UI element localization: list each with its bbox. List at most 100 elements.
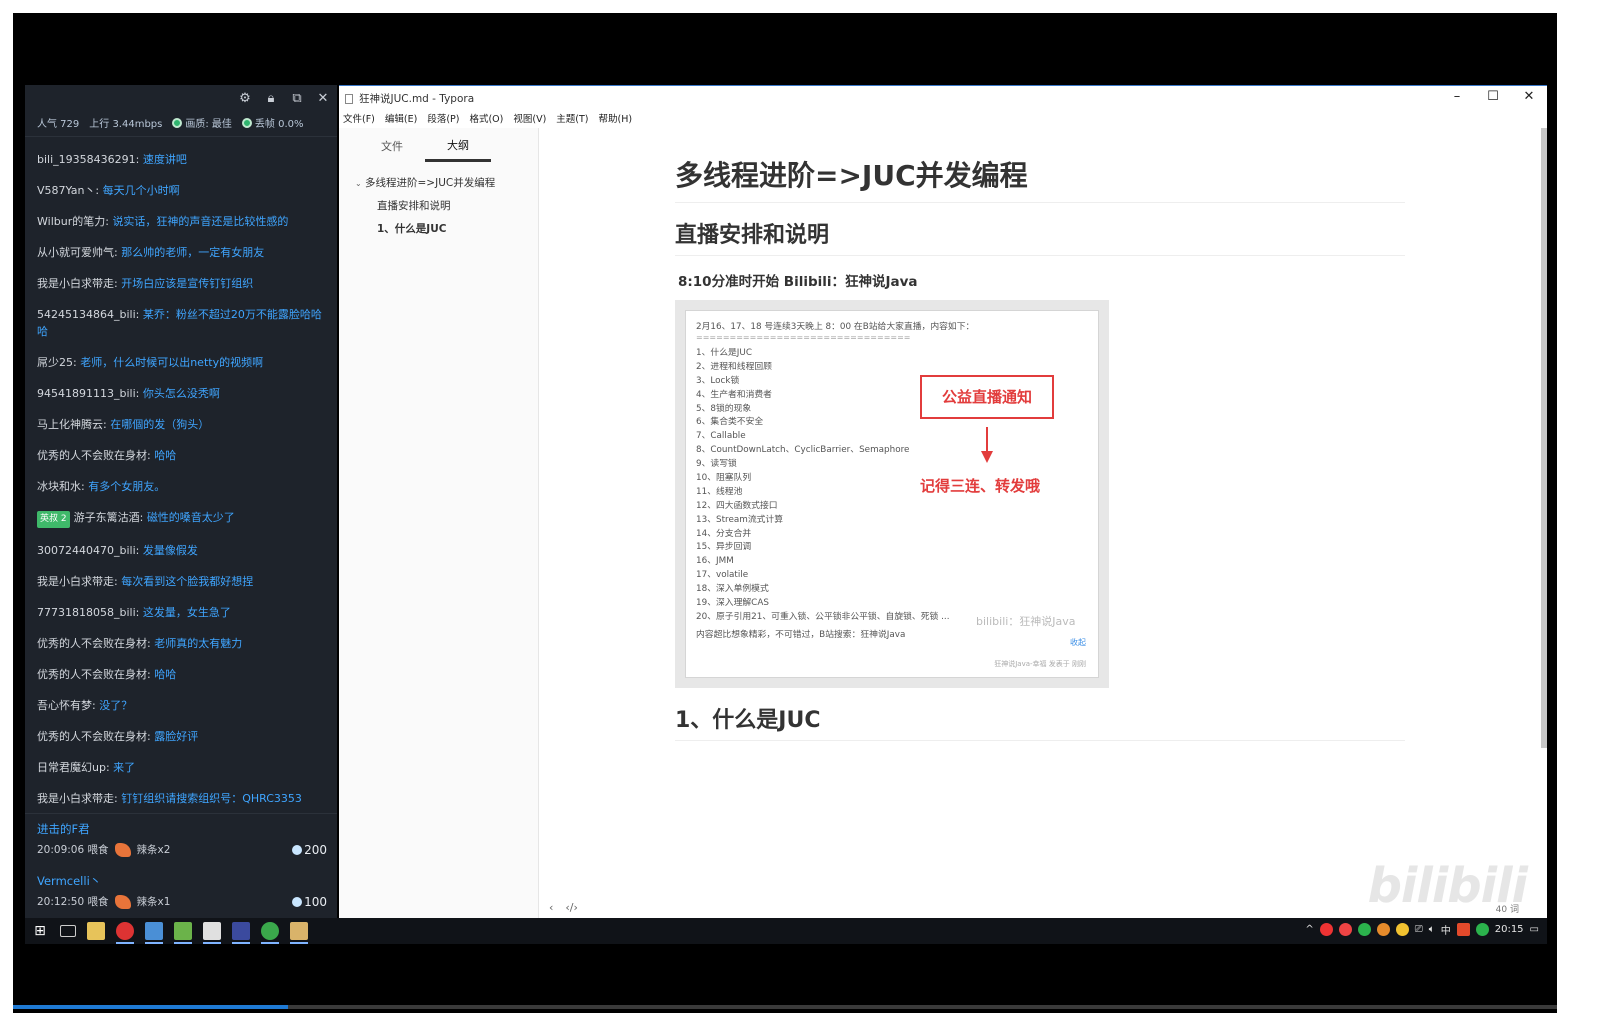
- chat-divider: [25, 813, 337, 814]
- menu-help[interactable]: 帮助(H): [599, 111, 633, 125]
- heading-what-is-juc[interactable]: 1、什么是JUC: [675, 702, 1405, 741]
- close-icon[interactable]: ✕: [315, 91, 331, 107]
- outline-item[interactable]: ⌄ 多线程进阶=>JUC并发编程: [339, 172, 538, 195]
- chat-message: 优秀的人不会败在身材: 哈哈: [25, 447, 337, 464]
- menu-view[interactable]: 视图(V): [513, 111, 546, 125]
- menu-file[interactable]: 文件(F): [343, 111, 375, 125]
- chat-username[interactable]: 54245134864_bili:: [37, 308, 139, 321]
- chat-username[interactable]: 优秀的人不会败在身材:: [37, 730, 151, 743]
- chevron-left-icon[interactable]: ‹: [549, 901, 553, 914]
- ime-indicator[interactable]: 中: [1441, 922, 1451, 937]
- wechat-icon[interactable]: [1357, 923, 1371, 936]
- poster-credit: 狂神说Java-幸福 发表于 刚刚: [994, 660, 1086, 668]
- chat-message: 77731818058_bili: 这发量，女生急了: [25, 604, 337, 621]
- chat-username[interactable]: 日常君魔幻up:: [37, 761, 110, 774]
- chat-username[interactable]: 我是小白求带走:: [37, 277, 118, 290]
- editor-scrollbar[interactable]: [1541, 128, 1547, 748]
- gift-count-value: 100: [304, 894, 327, 909]
- topic-item: 7、Callable: [696, 431, 746, 442]
- tray-app-icon[interactable]: [1376, 923, 1390, 936]
- editor-icon[interactable]: [174, 922, 192, 944]
- announcement-image[interactable]: 2月16、17、18 号连续3天晚上 8：00 在B站给大家直播，内容如下： =…: [675, 300, 1109, 688]
- ide-icon[interactable]: [232, 922, 250, 944]
- lock-icon[interactable]: 🔒︎: [263, 91, 279, 107]
- chat-message: 30072440470_bili: 发量像假发: [25, 542, 337, 559]
- gift-entry: Vermcelli丶 20:12:50 喂食 辣条x1 100: [37, 873, 327, 909]
- chevron-down-icon[interactable]: ⌄: [355, 172, 365, 195]
- chat-username[interactable]: 马上化神腾云:: [37, 418, 107, 431]
- tab-outline[interactable]: 大纲: [425, 129, 491, 162]
- outline-item[interactable]: 直播安排和说明: [339, 195, 538, 218]
- network-icon[interactable]: ⎚: [1415, 924, 1423, 935]
- chat-text: 磁性的嗓音太少了: [146, 511, 235, 524]
- menu-paragraph[interactable]: 段落(P): [427, 111, 459, 125]
- chat-username[interactable]: bili_19358436291:: [37, 153, 139, 166]
- clock[interactable]: 20:15: [1495, 924, 1524, 935]
- chat-username[interactable]: 我是小白求带走:: [37, 792, 118, 805]
- chat-username[interactable]: 冰块和水:: [37, 480, 85, 493]
- chat-username[interactable]: 优秀的人不会败在身材:: [37, 668, 151, 681]
- menu-format[interactable]: 格式(O): [469, 111, 503, 125]
- menu-theme[interactable]: 主题(T): [556, 111, 588, 125]
- arrow-down-icon: [986, 427, 988, 453]
- bilibili-watermark: bilibili: [1367, 858, 1528, 914]
- red-app-icon[interactable]: [116, 922, 134, 944]
- chat-username[interactable]: V587Yan丶:: [37, 184, 99, 197]
- typora-icon[interactable]: [203, 922, 221, 944]
- chat-username[interactable]: 吾心怀有梦:: [37, 699, 96, 712]
- weibo-icon[interactable]: [1338, 923, 1352, 936]
- video-progress-remaining[interactable]: [288, 1005, 1557, 1009]
- fan-badge[interactable]: 英叔 2: [37, 511, 70, 528]
- gear-icon[interactable]: ⚙: [237, 91, 253, 107]
- file-explorer-icon[interactable]: [87, 922, 105, 940]
- outline-item-active[interactable]: 1、什么是JUC: [339, 218, 538, 241]
- heading-schedule[interactable]: 直播安排和说明: [675, 217, 1405, 256]
- green-app-icon[interactable]: [261, 922, 279, 944]
- folder-app-icon[interactable]: [290, 922, 308, 944]
- chat-username[interactable]: 我是小白求带走:: [37, 575, 118, 588]
- editor-area[interactable]: 多线程进阶=>JUC并发编程 直播安排和说明 8:10分准时开始 Bilibil…: [539, 128, 1533, 898]
- windows-start-icon[interactable]: ⊞: [31, 922, 49, 940]
- record-icon[interactable]: [1319, 923, 1333, 936]
- chat-username[interactable]: 优秀的人不会败在身材:: [37, 449, 151, 462]
- chat-username[interactable]: 优秀的人不会败在身材:: [37, 637, 151, 650]
- gift-sender[interactable]: Vermcelli丶: [37, 873, 327, 889]
- chat-username[interactable]: 游子东篱沽酒:: [74, 511, 144, 524]
- volume-icon[interactable]: 🔈︎: [1429, 924, 1435, 935]
- topic-item: 1、什么是JUC: [696, 348, 752, 358]
- popout-icon[interactable]: ⧉: [289, 91, 305, 107]
- chat-text: 哈哈: [154, 668, 177, 681]
- chat-username[interactable]: 从小就可爱帅气:: [37, 246, 118, 259]
- tab-files[interactable]: 文件: [359, 130, 425, 160]
- browser-icon[interactable]: [145, 922, 163, 944]
- chat-username[interactable]: 94541891113_bili:: [37, 387, 139, 400]
- sogou-icon[interactable]: [1456, 923, 1470, 936]
- tray-app-icon[interactable]: [1475, 923, 1489, 936]
- topic-item: 18、深入单例模式: [696, 584, 769, 595]
- chat-username[interactable]: Wilbur的笔力:: [37, 215, 109, 228]
- chat-message: 从小就可爱帅气: 那么帅的老师，一定有女朋友: [25, 244, 337, 261]
- task-view-icon[interactable]: [60, 925, 76, 937]
- tray-app-icon[interactable]: [1395, 923, 1409, 936]
- chat-text: 露脸好评: [154, 730, 199, 743]
- heading-start-time[interactable]: 8:10分准时开始 Bilibili：狂神说Java: [675, 270, 1405, 290]
- chat-username[interactable]: 77731818058_bili:: [37, 606, 139, 619]
- menu-edit[interactable]: 编辑(E): [385, 111, 417, 125]
- source-code-icon[interactable]: ‹/›: [565, 901, 578, 914]
- maximize-icon[interactable]: ☐: [1475, 86, 1511, 108]
- notification-icon[interactable]: ▭: [1530, 924, 1539, 935]
- title-bar: 狂神说JUC.md - Typora – ☐ ✕: [339, 86, 1547, 108]
- chevron-up-icon[interactable]: ^: [1305, 924, 1313, 935]
- heading-1[interactable]: 多线程进阶=>JUC并发编程: [675, 154, 1405, 203]
- chat-message: 54245134864_bili: 某乔：粉丝不超过20万不能露脸哈哈哈: [25, 306, 337, 340]
- video-progress-played[interactable]: [13, 1005, 288, 1009]
- chat-message-list[interactable]: bili_19358436291: 速度讲吧 V587Yan丶: 每天几个小时啊 W…: [25, 151, 337, 821]
- window-title: 狂神说JUC.md - Typora: [359, 93, 475, 105]
- chat-username[interactable]: 30072440470_bili:: [37, 544, 139, 557]
- gift-sender[interactable]: 进击的F君: [37, 821, 327, 837]
- chat-username[interactable]: 屌少25:: [37, 356, 77, 369]
- close-icon[interactable]: ✕: [1511, 86, 1547, 108]
- gift-count: 100: [292, 895, 327, 909]
- collapse-link[interactable]: 收起: [1070, 637, 1086, 648]
- minimize-icon[interactable]: –: [1439, 86, 1475, 108]
